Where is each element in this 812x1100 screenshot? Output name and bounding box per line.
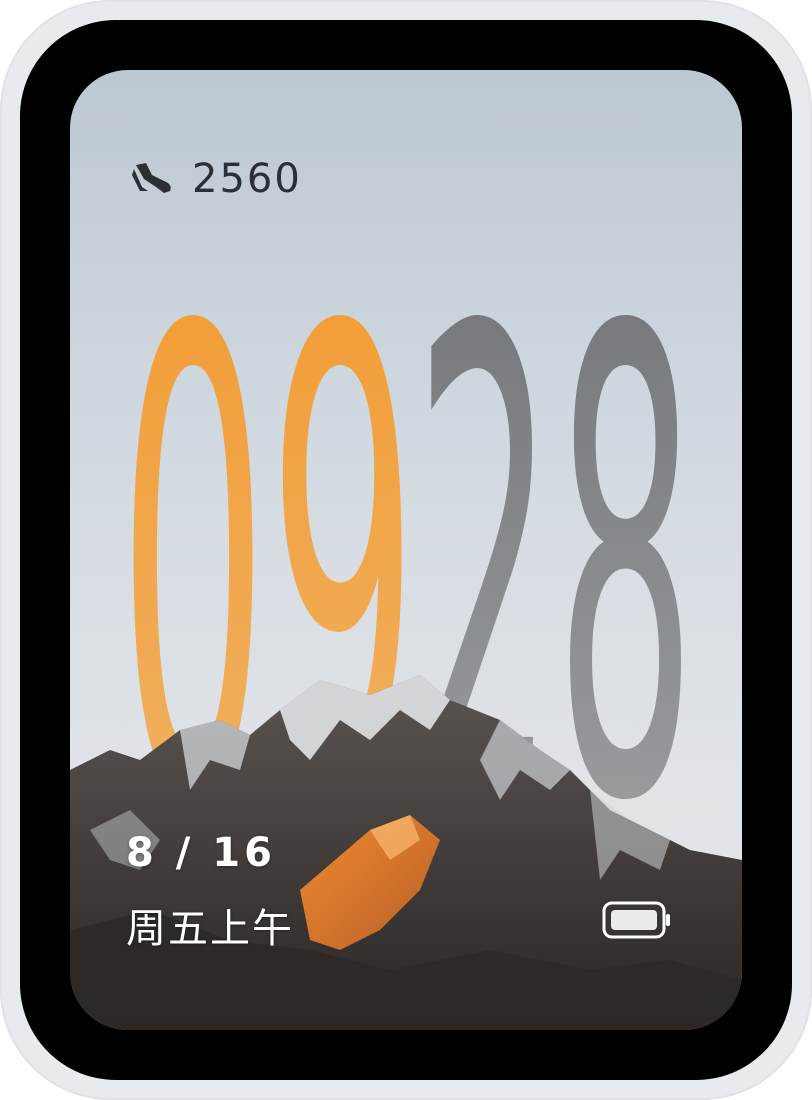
watch-face-scene: 09 28 [70, 196, 742, 1030]
shoe-icon [130, 161, 174, 197]
battery-icon [602, 900, 672, 940]
watch-screen[interactable]: 09 28 2560 8 / 16 周五上午 [70, 70, 742, 1030]
weekday-text: 周五上午 [126, 906, 294, 952]
steps-count: 2560 [192, 156, 302, 202]
date-text: 8 / 16 [126, 830, 276, 876]
steps-complication[interactable]: 2560 [130, 156, 302, 202]
